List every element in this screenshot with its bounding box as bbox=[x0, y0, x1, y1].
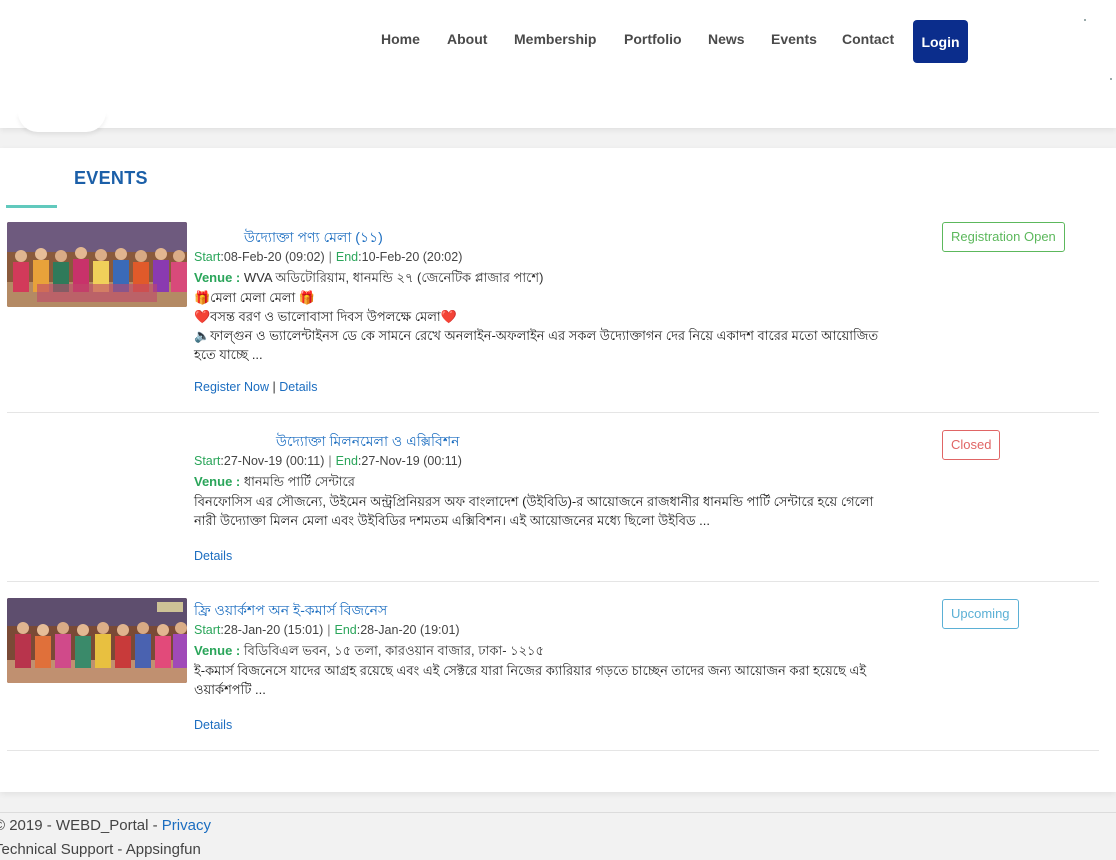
event-title[interactable]: ফ্রি ওয়ার্কশপ অন ই-কমার্স বিজনেস bbox=[194, 599, 387, 623]
event-item: উদ্যোক্তা পণ্য মেলা (১১) Start:08-Feb-20… bbox=[7, 222, 1099, 413]
start-label: Start bbox=[194, 454, 221, 468]
nav-portfolio[interactable]: Portfolio bbox=[624, 31, 682, 47]
page-footer: © 2019 - WEBD_Portal - Privacy Technical… bbox=[0, 812, 1116, 860]
event-dates: Start:28-Jan-20 (15:01) | End:28-Jan-20 (1… bbox=[194, 623, 460, 637]
decorative-dot bbox=[1084, 19, 1086, 21]
privacy-link[interactable]: Privacy bbox=[162, 817, 211, 834]
date-separator: | bbox=[327, 623, 331, 637]
description-line: ❤️বসন্ত বরণ ও ভালোবাসা দিবস উপলক্ষে মেলা… bbox=[194, 309, 457, 324]
status-badge: Closed bbox=[942, 430, 1001, 460]
venue-text: WVA অডিটোরিয়াম, ধানমন্ডি ২৭ (জেনেটিক প্… bbox=[240, 270, 544, 285]
event-dates: Start:08-Feb-20 (09:02) | End:10-Feb-20 (2… bbox=[194, 250, 462, 264]
event-links: Details bbox=[194, 718, 232, 732]
start-date: :28-Jan-20 (15:01) bbox=[220, 623, 324, 637]
end-date: :27-Nov-19 (00:11) bbox=[357, 454, 462, 468]
venue-label: Venue : bbox=[194, 270, 241, 285]
event-thumbnail[interactable] bbox=[7, 598, 187, 683]
event-photo-image bbox=[7, 222, 187, 307]
venue-text: ধানমন্ডি পার্টি সেন্টারে bbox=[240, 474, 355, 489]
date-separator: | bbox=[328, 454, 332, 468]
nav-news[interactable]: News bbox=[708, 31, 745, 47]
venue-label: Venue : bbox=[194, 474, 241, 489]
link-separator: | bbox=[272, 380, 276, 394]
start-label: Start bbox=[194, 623, 221, 637]
event-links: Register Now | Details bbox=[194, 380, 317, 394]
end-label: End bbox=[335, 250, 359, 264]
details-link[interactable]: Details bbox=[194, 549, 232, 563]
event-photo-image bbox=[7, 598, 187, 683]
description-line: বিনফোসিস এর সৌজন্যে, উইমেন অন্ট্রপ্রিনিয… bbox=[194, 494, 874, 528]
start-date: :27-Nov-19 (00:11) bbox=[220, 454, 325, 468]
event-title[interactable]: উদ্যোক্তা মিলনমেলা ও এক্সিবিশন bbox=[276, 430, 459, 454]
start-label: Start bbox=[194, 250, 221, 264]
register-now-link[interactable]: Register Now bbox=[194, 380, 269, 394]
event-description: বিনফোসিস এর সৌজন্যে, উইমেন অন্ট্রপ্রিনিয… bbox=[194, 492, 899, 530]
end-label: End bbox=[335, 454, 358, 468]
event-item: ফ্রি ওয়ার্কশপ অন ই-কমার্স বিজনেস Start:… bbox=[7, 582, 1099, 751]
event-item: উদ্যোক্তা মিলনমেলা ও এক্সিবিশন Start:27-… bbox=[7, 413, 1099, 582]
footer-support: Technical Support - Appsingfun bbox=[0, 841, 201, 858]
nav-home[interactable]: Home bbox=[381, 31, 420, 47]
event-links: Details bbox=[194, 549, 232, 563]
end-label: End bbox=[334, 623, 357, 637]
status-badge: Upcoming bbox=[942, 599, 1019, 629]
nav-about[interactable]: About bbox=[447, 31, 487, 47]
event-venue: Venue : বিডিবিএল ভবন, ১৫ তলা, কারওয়ান ব… bbox=[194, 642, 544, 663]
nav-membership[interactable]: Membership bbox=[514, 31, 596, 47]
details-link[interactable]: Details bbox=[279, 380, 317, 394]
events-panel: EVENTS উদ্যোক্তা পণ্য মেলা (১১) Start:08… bbox=[0, 148, 1116, 792]
section-title: EVENTS bbox=[74, 168, 148, 188]
end-date: :28-Jan-20 (19:01) bbox=[356, 623, 460, 637]
details-link[interactable]: Details bbox=[194, 718, 232, 732]
event-description: 🎁মেলা মেলা মেলা 🎁 ❤️বসন্ত বরণ ও ভালোবাসা… bbox=[194, 288, 899, 364]
end-date: :10-Feb-20 (20:02) bbox=[358, 250, 463, 264]
venue-text: বিডিবিএল ভবন, ১৫ তলা, কারওয়ান বাজার, ঢা… bbox=[240, 643, 544, 658]
description-line: 🎁মেলা মেলা মেলা 🎁 bbox=[194, 290, 316, 305]
event-description: ই-কমার্স বিজনেসে যাদের আগ্রহ রয়েছে এবং … bbox=[194, 661, 899, 699]
login-button[interactable]: Login bbox=[913, 20, 968, 63]
event-dates: Start:27-Nov-19 (00:11) | End:27-Nov-19 (0… bbox=[194, 454, 462, 468]
description-line: ই-কমার্স বিজনেসে যাদের আগ্রহ রয়েছে এবং … bbox=[194, 663, 867, 697]
venue-label: Venue : bbox=[194, 643, 241, 658]
decorative-dot bbox=[1110, 78, 1112, 80]
start-date: :08-Feb-20 (09:02) bbox=[220, 250, 325, 264]
event-thumbnail[interactable] bbox=[7, 222, 187, 307]
nav-events[interactable]: Events bbox=[771, 31, 817, 47]
footer-copyright: © 2019 - WEBD_Portal - Privacy bbox=[0, 817, 211, 834]
copyright-text: © 2019 - WEBD_Portal - bbox=[0, 817, 162, 834]
top-navbar: Home About Membership Portfolio News Eve… bbox=[0, 0, 1116, 132]
title-underline bbox=[6, 205, 57, 208]
event-title[interactable]: উদ্যোক্তা পণ্য মেলা (১১) bbox=[244, 226, 383, 250]
description-line: 🔈ফাল্গুন ও ভ্যালেন্টাইনস ডে কে সামনে রেখ… bbox=[194, 328, 879, 362]
event-venue: Venue : ধানমন্ডি পার্টি সেন্টারে bbox=[194, 473, 355, 494]
status-badge: Registration Open bbox=[942, 222, 1065, 252]
date-separator: | bbox=[328, 250, 332, 264]
nav-contact[interactable]: Contact bbox=[842, 31, 894, 47]
event-venue: Venue : WVA অডিটোরিয়াম, ধানমন্ডি ২৭ (জে… bbox=[194, 269, 543, 290]
logo-placeholder[interactable] bbox=[18, 112, 106, 132]
